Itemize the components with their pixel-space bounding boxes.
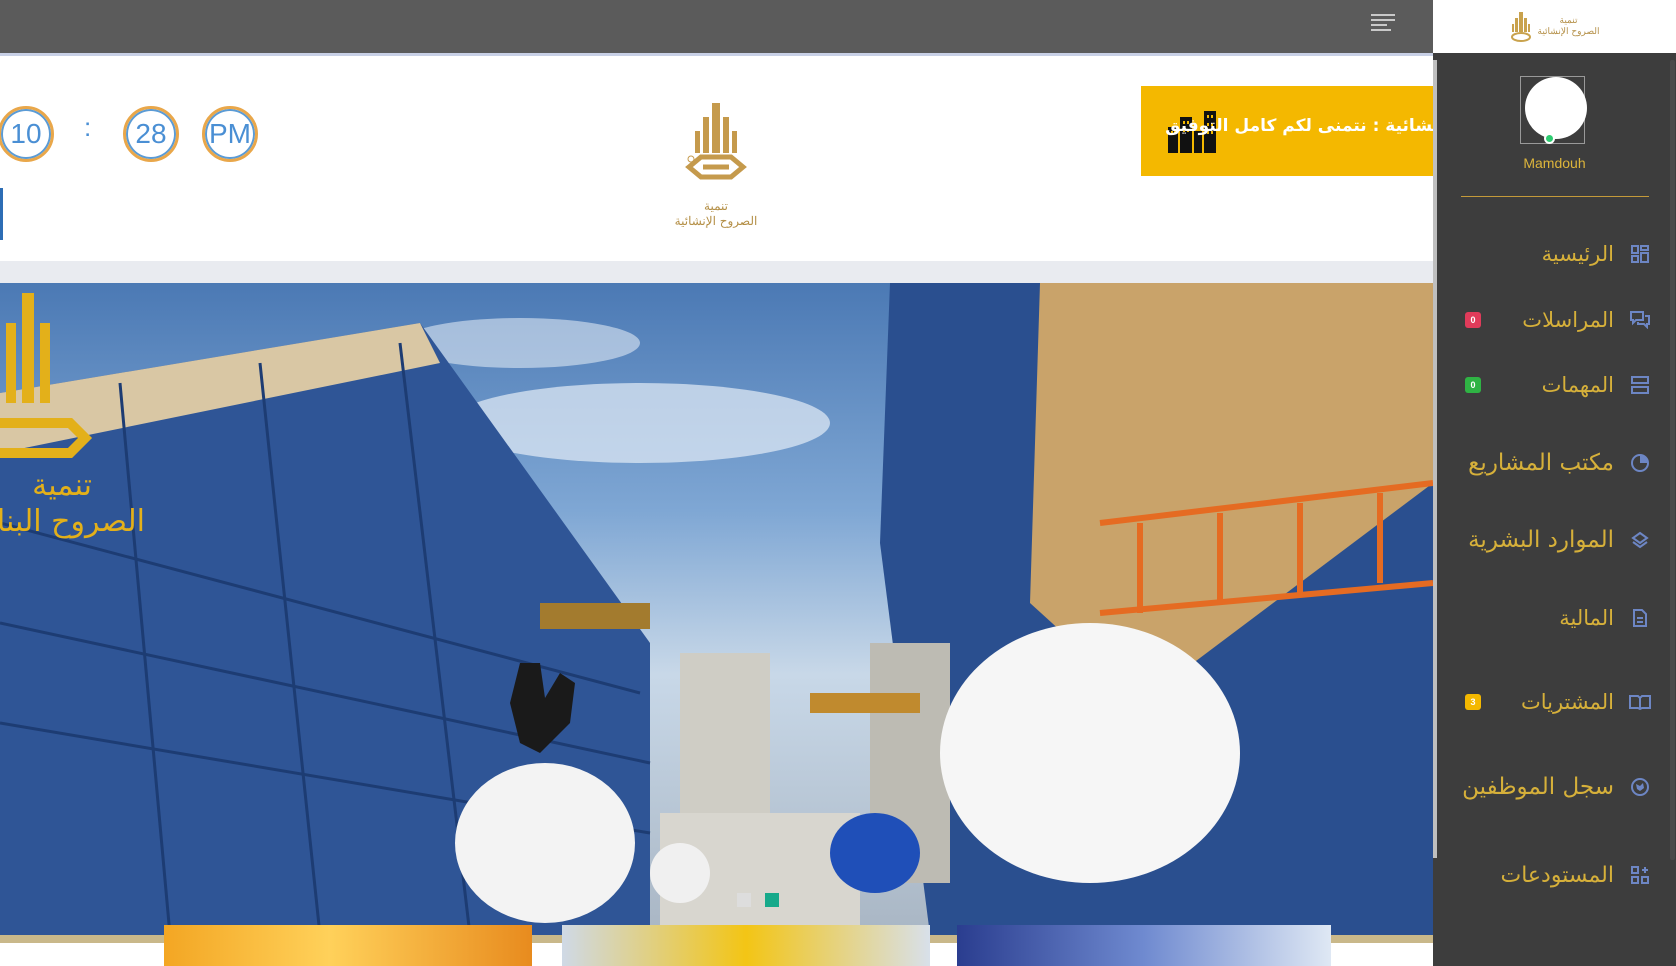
- username: Mamdouh: [1523, 155, 1586, 171]
- purchases-count-badge: 3: [1465, 694, 1481, 710]
- carousel-dot-active[interactable]: [765, 893, 779, 907]
- sidebar-item-projects-office[interactable]: مكتب المشاريع: [1433, 443, 1676, 483]
- sidebar-item-finance[interactable]: المالية: [1433, 598, 1676, 638]
- logo-text: تنمية الصروح الإنشائية: [674, 199, 758, 228]
- tasks-list-icon: [1628, 373, 1652, 397]
- layers-icon: [1628, 528, 1652, 552]
- logo-mark-icon: [685, 103, 747, 180]
- globe-icon: [1628, 775, 1652, 799]
- sidebar-item-tasks[interactable]: 0 المهمات: [1433, 365, 1676, 405]
- sidebar-item-label: مكتب المشاريع: [1468, 450, 1614, 476]
- messages-count-badge: 0: [1465, 312, 1481, 328]
- apps-icon: [1628, 863, 1652, 887]
- company-logo: تنمية الصروح الإنشائية: [651, 101, 781, 231]
- tasks-count-badge: 0: [1465, 377, 1481, 393]
- clock-minute: 28: [123, 106, 179, 162]
- sidebar-item-label: المراسلات: [1522, 308, 1614, 332]
- sidebar-item-messages[interactable]: 0 المراسلات: [1433, 300, 1676, 340]
- hero-watermark-line2: الصروح البنائية: [0, 504, 145, 539]
- carousel-dots: [737, 893, 779, 907]
- sidebar-item-label: الرئيسية: [1541, 242, 1614, 266]
- top-bar: [0, 0, 1433, 53]
- dashboard-grid-icon: [1628, 242, 1652, 266]
- announcement-text: نشائية : نتمنى لكم كامل التوفيق: [1165, 116, 1433, 136]
- sidebar-item-label: سجل الموظفين: [1462, 774, 1614, 800]
- sidebar-item-warehouses[interactable]: المستودعات: [1433, 855, 1676, 895]
- page-scrollbar[interactable]: [1433, 60, 1437, 858]
- logo-mark-icon: [1510, 11, 1531, 42]
- panel-accent: [0, 188, 3, 240]
- clock-ampm: PM: [202, 106, 258, 162]
- thumbnail-1[interactable]: [164, 925, 532, 966]
- sidebar: تنمية الصروح الإنشائية Mamdouh الرئيسية …: [1433, 0, 1676, 966]
- sidebar-item-human-resources[interactable]: الموارد البشرية: [1433, 520, 1676, 560]
- avatar-image: [1525, 77, 1587, 139]
- sidebar-item-label: المستودعات: [1500, 862, 1614, 888]
- thumbnail-2[interactable]: [562, 925, 930, 966]
- open-book-icon: [1628, 690, 1652, 714]
- sidebar-divider: [1461, 196, 1649, 197]
- sidebar-item-employee-records[interactable]: سجل الموظفين: [1433, 767, 1676, 807]
- carousel-dot[interactable]: [737, 893, 751, 907]
- sidebar-item-label: المهمات: [1541, 373, 1614, 397]
- sidebar-logo[interactable]: تنمية الصروح الإنشائية: [1433, 0, 1676, 53]
- sidebar-item-home[interactable]: الرئيسية: [1433, 234, 1676, 274]
- avatar[interactable]: [1520, 76, 1587, 144]
- hamburger-icon[interactable]: [1371, 14, 1395, 32]
- sidebar-item-label: المشتريات: [1520, 690, 1614, 714]
- sidebar-item-label: المالية: [1559, 606, 1614, 630]
- sidebar-item-label: الموارد البشرية: [1468, 527, 1614, 553]
- clock-hour: 10: [0, 106, 54, 162]
- pie-chart-icon: [1628, 451, 1652, 475]
- chat-bubbles-icon: [1628, 308, 1652, 332]
- sidebar-logo-text: تنمية الصروح الإنشائية: [1537, 15, 1600, 37]
- sidebar-scrollbar[interactable]: [1670, 60, 1675, 860]
- clock-separator: :: [84, 112, 92, 142]
- online-status-icon: [1544, 133, 1555, 144]
- hero-image: تنمية الصروح البنائية: [0, 283, 1433, 935]
- sidebar-item-purchases[interactable]: 3 المشتريات: [1433, 682, 1676, 722]
- header-panel: 10 : 28 PM تنمية الصروح الإنشائية نشائية…: [0, 53, 1433, 261]
- document-icon: [1628, 606, 1652, 630]
- announcement-marquee: نشائية : نتمنى لكم كامل التوفيق: [1141, 86, 1433, 176]
- hero-slider[interactable]: تنمية الصروح البنائية: [0, 283, 1433, 935]
- thumbnail-3[interactable]: [957, 925, 1331, 966]
- hero-watermark-line1: تنمية: [32, 468, 92, 503]
